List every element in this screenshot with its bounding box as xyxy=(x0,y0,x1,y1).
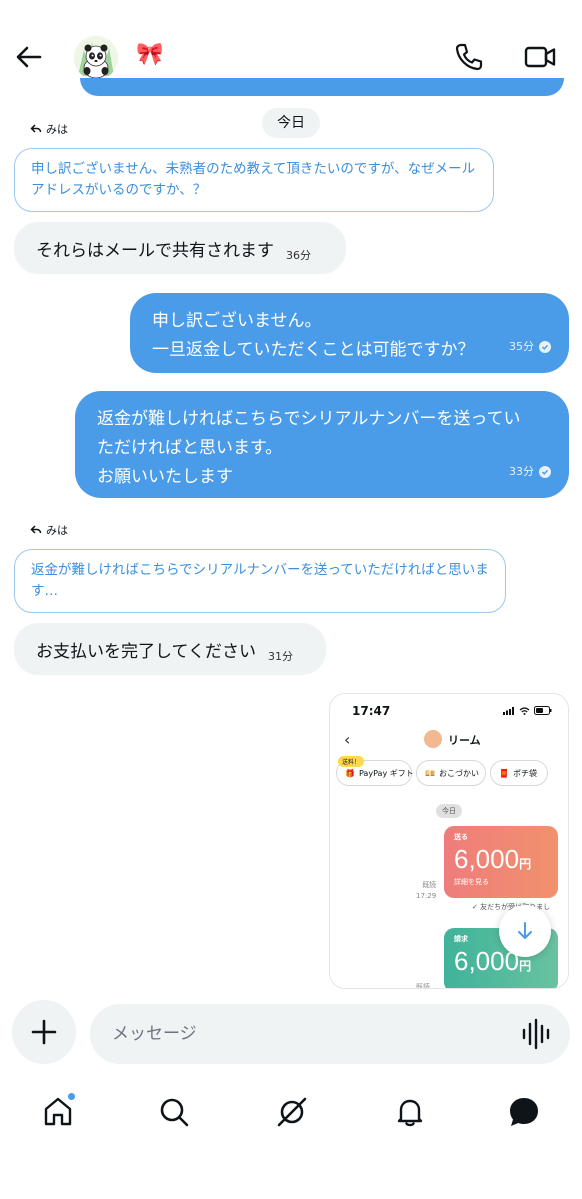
bottom-tab-bar xyxy=(0,1080,582,1150)
tab-notifications[interactable] xyxy=(390,1092,430,1132)
avatar[interactable] xyxy=(74,36,118,80)
chip-allowance: 💴 おこづかい xyxy=(416,760,486,786)
reply-label: みは xyxy=(30,121,68,137)
screenshot-time: 17:47 xyxy=(352,704,391,718)
message-text: お支払いを完了してください xyxy=(36,641,256,662)
call-button[interactable] xyxy=(452,40,486,74)
incoming-message[interactable]: それらはメールで共有されます 36分 xyxy=(14,222,346,274)
wifi-icon xyxy=(519,706,530,715)
previous-message-bubble xyxy=(80,78,564,96)
video-camera-icon xyxy=(524,46,556,68)
message-meta: 33分 xyxy=(509,457,551,486)
screenshot-read-status: 既読 xyxy=(416,983,430,989)
back-button[interactable] xyxy=(12,40,46,74)
message-bubble-icon xyxy=(510,1098,538,1126)
message-composer xyxy=(0,990,582,1076)
panda-avatar-image xyxy=(74,36,118,80)
quoted-message[interactable]: 申し訳ございません、未熟者のため教えて頂きたいのですが、なぜメールアドレスがいる… xyxy=(14,148,494,212)
message-time: 33分 xyxy=(509,465,534,478)
screenshot-date-chip: 今日 xyxy=(436,804,462,818)
signal-icon xyxy=(503,706,514,715)
outgoing-message[interactable]: 返金が難しければこちらでシリアルナンバーを送ってい ただければと思います。 お願… xyxy=(75,391,569,498)
message-input[interactable] xyxy=(90,1004,570,1064)
attach-button[interactable] xyxy=(12,1000,76,1064)
battery-icon xyxy=(534,706,552,715)
search-icon xyxy=(160,1098,189,1127)
coin-icon: 💴 xyxy=(425,768,435,778)
reply-arrow-icon xyxy=(30,525,42,534)
tab-grok[interactable] xyxy=(272,1092,312,1132)
message-text-line: 申し訳ございません。 xyxy=(152,311,322,331)
envelope-icon: 🧧 xyxy=(499,768,509,778)
arrow-left-icon xyxy=(16,46,42,68)
chevron-left-icon: ‹ xyxy=(344,730,351,749)
reply-label: みは xyxy=(30,522,68,538)
contact-name-emoji[interactable]: 🎀 xyxy=(136,42,163,67)
slash-circle-icon xyxy=(277,1097,307,1127)
read-check-icon xyxy=(539,465,551,478)
reply-arrow-icon xyxy=(30,124,42,133)
chat-header: 🎀 xyxy=(0,0,582,100)
plus-icon xyxy=(31,1019,57,1045)
message-text-line: お願いいたします xyxy=(97,467,233,487)
voice-wave-icon xyxy=(522,1018,550,1050)
chip-envelope: 🧧 ポチ袋 xyxy=(490,760,548,786)
status-icons xyxy=(503,706,552,715)
tab-messages[interactable] xyxy=(504,1092,544,1132)
date-separator: 今日 xyxy=(262,108,320,138)
screenshot-read-status: 既読 17:29 xyxy=(416,881,437,900)
payment-card-send: 送る 6,000円 詳細を見る xyxy=(444,826,558,898)
read-check-icon xyxy=(539,340,551,353)
screenshot-status-bar: 17:47 xyxy=(330,702,568,722)
message-text: それらはメールで共有されます xyxy=(36,240,274,261)
avatar xyxy=(424,730,442,748)
message-text-line: 一旦返金していただくことは可能ですか？ xyxy=(152,340,475,360)
gift-icon: 🎁 xyxy=(345,768,355,778)
phone-icon xyxy=(455,43,483,71)
message-text-line: 返金が難しければこちらでシリアルナンバーを送ってい xyxy=(97,409,521,429)
incoming-message[interactable]: お支払いを完了してください 31分 xyxy=(14,623,326,675)
reply-author: みは xyxy=(46,123,68,136)
bell-icon xyxy=(397,1099,423,1127)
message-time: 35分 xyxy=(509,340,534,353)
screenshot-contact-name: リーム xyxy=(448,734,481,747)
tab-home[interactable] xyxy=(38,1092,78,1132)
reply-author: みは xyxy=(46,524,68,537)
notification-dot xyxy=(67,1092,76,1101)
scroll-to-bottom-button[interactable] xyxy=(499,905,551,957)
quoted-message[interactable]: 返金が難しければこちらでシリアルナンバーを送っていただければと思います… xyxy=(14,549,506,613)
tab-search[interactable] xyxy=(154,1092,194,1132)
arrow-down-icon xyxy=(518,922,532,939)
free-badge: 送料！ xyxy=(338,756,365,767)
message-text-line: ただければと思います。 xyxy=(97,438,283,458)
screenshot-chat-title: ‹ リーム xyxy=(330,730,568,754)
message-time: 31分 xyxy=(267,650,293,663)
screenshot-chip-row: 🎁 PayPay ギフト 💴 おこづかい 🧧 ポチ袋 xyxy=(336,760,548,786)
message-time: 36分 xyxy=(286,249,311,262)
outgoing-message[interactable]: 申し訳ございません。 一旦返金していただくことは可能ですか？ 35分 xyxy=(130,293,569,373)
message-meta: 35分 xyxy=(509,332,551,361)
video-call-button[interactable] xyxy=(522,40,558,74)
voice-message-button[interactable] xyxy=(520,1018,554,1050)
